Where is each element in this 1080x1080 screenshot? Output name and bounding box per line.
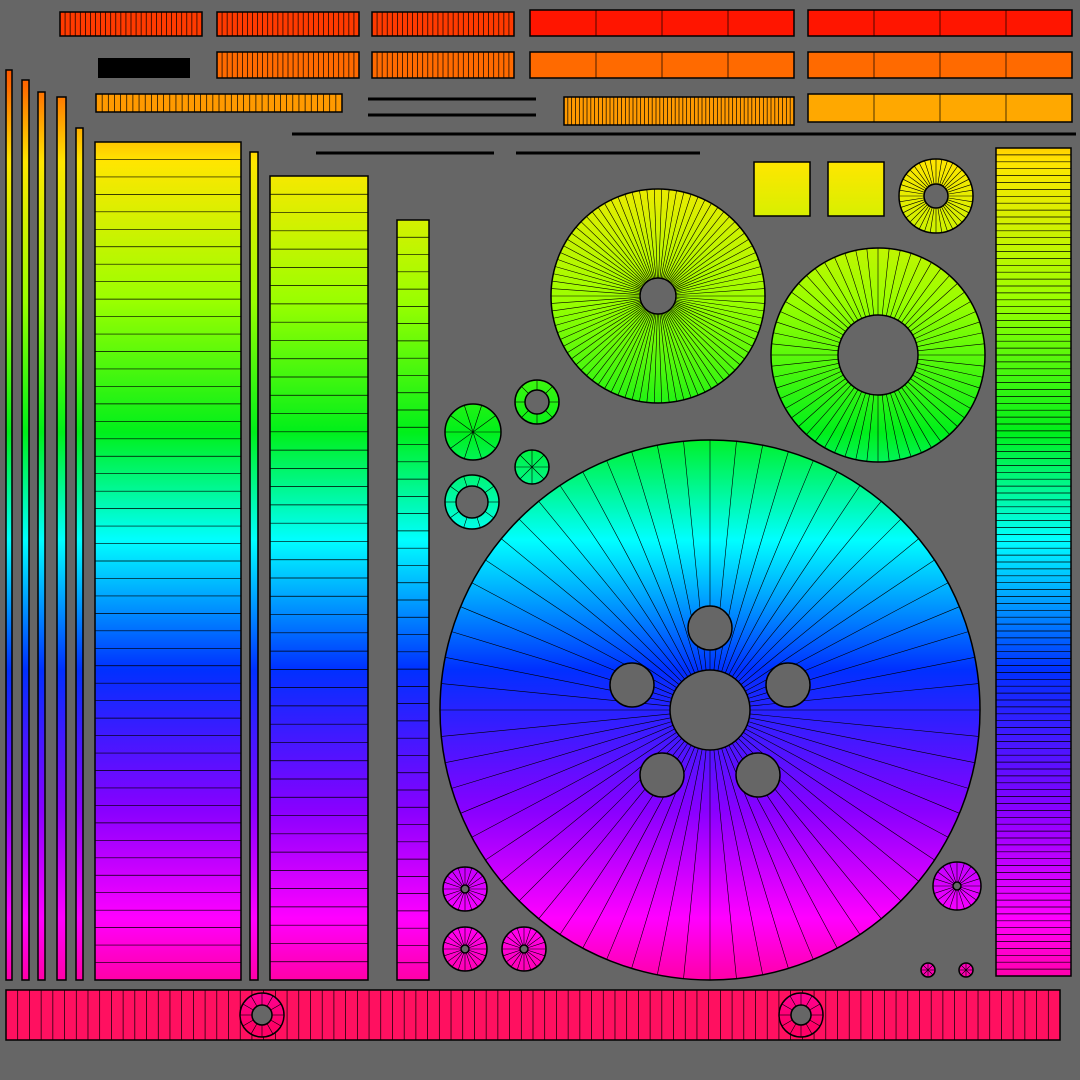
top-bar-b (807, 9, 1073, 37)
right-column (995, 147, 1072, 977)
main-disc-bolt-hole-4 (639, 752, 685, 798)
square-face-1 (753, 161, 811, 217)
pink-disc-d (932, 861, 982, 911)
fan-disc-green-hole (639, 277, 677, 315)
pink-disc-a-hole (460, 884, 470, 894)
pink-disc-c (501, 926, 547, 972)
top-strip-e (371, 51, 515, 79)
tiny-disc-b (958, 962, 974, 978)
edge-line-b-face (21, 79, 30, 981)
pink-disc-b-hole (460, 944, 470, 954)
edge-line-b (21, 79, 30, 981)
band-hub-a (239, 992, 285, 1038)
top-strip-d (216, 51, 360, 79)
small-ring-b (444, 474, 500, 530)
pink-disc-c-hole (519, 944, 529, 954)
edge-line-d (56, 96, 67, 981)
square-face-2 (827, 161, 885, 217)
large-disc-main-hole (669, 669, 751, 751)
small-ring-a-hole (524, 389, 550, 415)
top-bar-e (807, 93, 1073, 123)
edge-line-f-face (249, 151, 259, 981)
edge-line-a-face (5, 69, 13, 981)
pink-disc-b (442, 926, 488, 972)
thin-strip-a (95, 93, 343, 113)
top-bar-a (529, 9, 795, 37)
main-disc-bolt-hole-2 (609, 662, 655, 708)
big-column-a (94, 141, 242, 981)
edge-line-f (249, 151, 259, 981)
thin-strip-b (563, 96, 795, 126)
top-strip-c (371, 11, 515, 37)
edge-line-c (37, 91, 46, 981)
band-hub-a-hole (251, 1004, 273, 1026)
edge-line-e-face (75, 127, 84, 981)
fan-disc-green (550, 188, 766, 404)
small-fan-disc-yellow-hole (923, 183, 949, 209)
bottom-band (5, 989, 1061, 1041)
small-ring-a (514, 379, 560, 425)
top-bar-c (529, 51, 795, 79)
top-bar-d (807, 51, 1073, 79)
small-ring-b-hole (455, 485, 489, 519)
edge-line-d-face (56, 96, 67, 981)
band-hub-b-hole (790, 1004, 812, 1026)
edge-line-c-face (37, 91, 46, 981)
big-column-b (269, 175, 369, 981)
pink-disc-d-hole (952, 881, 962, 891)
band-hub-b (778, 992, 824, 1038)
top-strip-b (216, 11, 360, 37)
column-c (396, 219, 430, 981)
small-fan-disc-yellow (898, 158, 974, 234)
main-disc-bolt-hole-5 (735, 752, 781, 798)
large-disc-main (439, 439, 981, 981)
solid-black-patch (98, 58, 190, 78)
small-disc-b (514, 449, 550, 485)
pink-disc-a (442, 866, 488, 912)
top-strip-a (59, 11, 203, 37)
ring-disc-green (770, 247, 986, 463)
uv-wireframe-canvas (0, 0, 1080, 1080)
main-disc-bolt-hole-1 (687, 605, 733, 651)
ring-disc-green-hole (837, 314, 919, 396)
edge-line-e (75, 127, 84, 981)
tiny-disc-a (920, 962, 936, 978)
small-disc-a (444, 403, 502, 461)
edge-line-a (5, 69, 13, 981)
main-disc-bolt-hole-3 (765, 662, 811, 708)
